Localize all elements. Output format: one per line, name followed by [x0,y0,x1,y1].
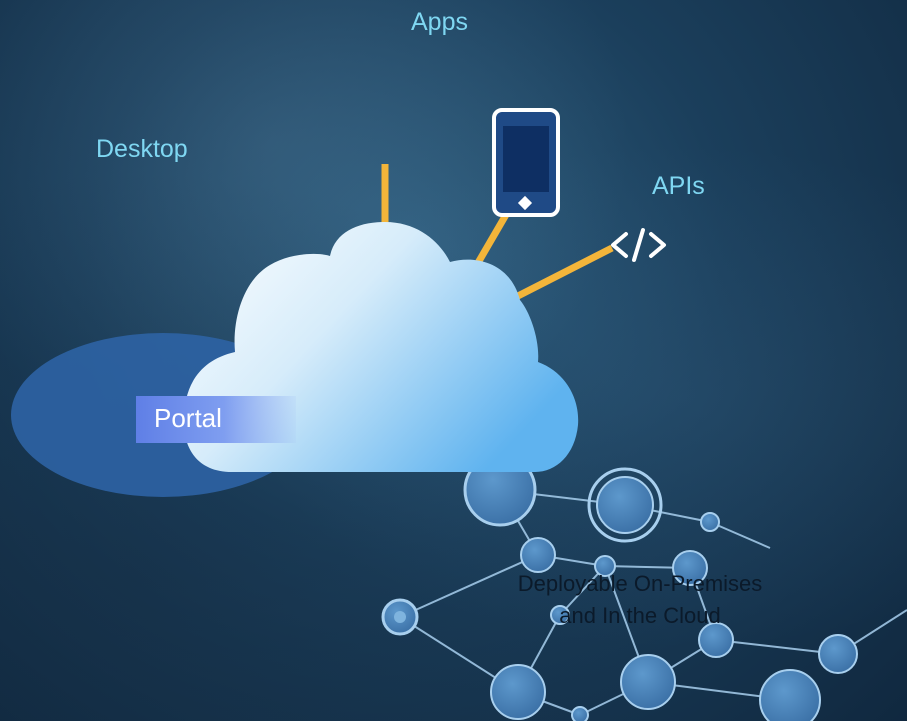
connector-apis [512,244,614,302]
network-node [700,512,720,532]
apps-label: Apps [411,8,468,36]
portal-box: Portal [136,396,296,443]
deployment-line-1: Deployable On-Premises [517,571,763,596]
network-node [759,669,821,721]
code-brackets-icon [611,228,666,262]
network-node [818,634,858,674]
deployment-line-2: and In the Cloud [559,603,721,628]
apis-label: APIs [652,172,705,200]
deployment-caption: Deployable On-Premises and In the Cloud [480,568,800,632]
network-node [571,706,589,721]
network-node [620,654,676,710]
network-node [490,664,546,720]
desktop-label: Desktop [96,135,188,163]
network-node [520,537,556,573]
network-node [596,476,654,534]
mobile-phone-icon [492,108,560,217]
network-node [394,611,406,623]
portal-label: Portal [154,403,222,433]
